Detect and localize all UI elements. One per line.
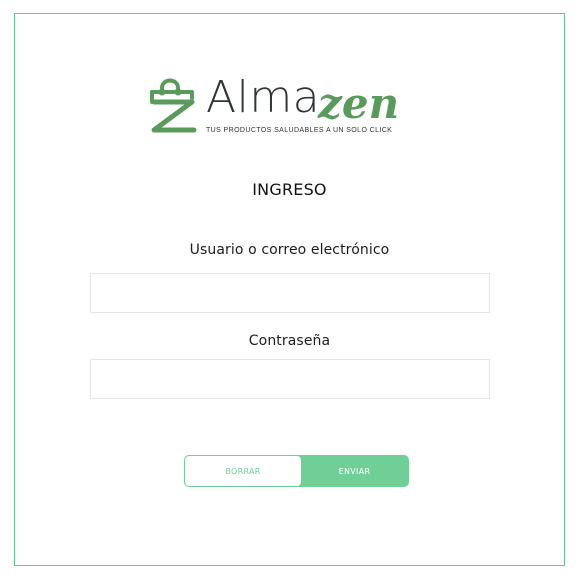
brand-tagline: TUS PRODUCTOS SALUDABLES A UN SOLO CLICK <box>206 127 393 134</box>
brand-name-alma: Alma <box>206 72 321 123</box>
brand-logo: Alma zen TUS PRODUCTOS SALUDABLES A UN S… <box>148 74 430 144</box>
page-title: INGRESO <box>252 180 327 199</box>
reset-button[interactable]: BORRAR <box>185 456 301 486</box>
svg-text:zen: zen <box>317 80 399 128</box>
form-actions: BORRAR ENVIAR <box>184 455 409 487</box>
username-label: Usuario o correo electrónico <box>189 242 390 258</box>
brand-name-zen: zen <box>317 80 399 128</box>
shopping-bag-icon <box>150 78 197 133</box>
username-input[interactable] <box>90 273 490 313</box>
password-label: Contraseña <box>248 333 331 349</box>
password-input[interactable] <box>90 359 490 399</box>
submit-button[interactable]: ENVIAR <box>301 456 408 486</box>
